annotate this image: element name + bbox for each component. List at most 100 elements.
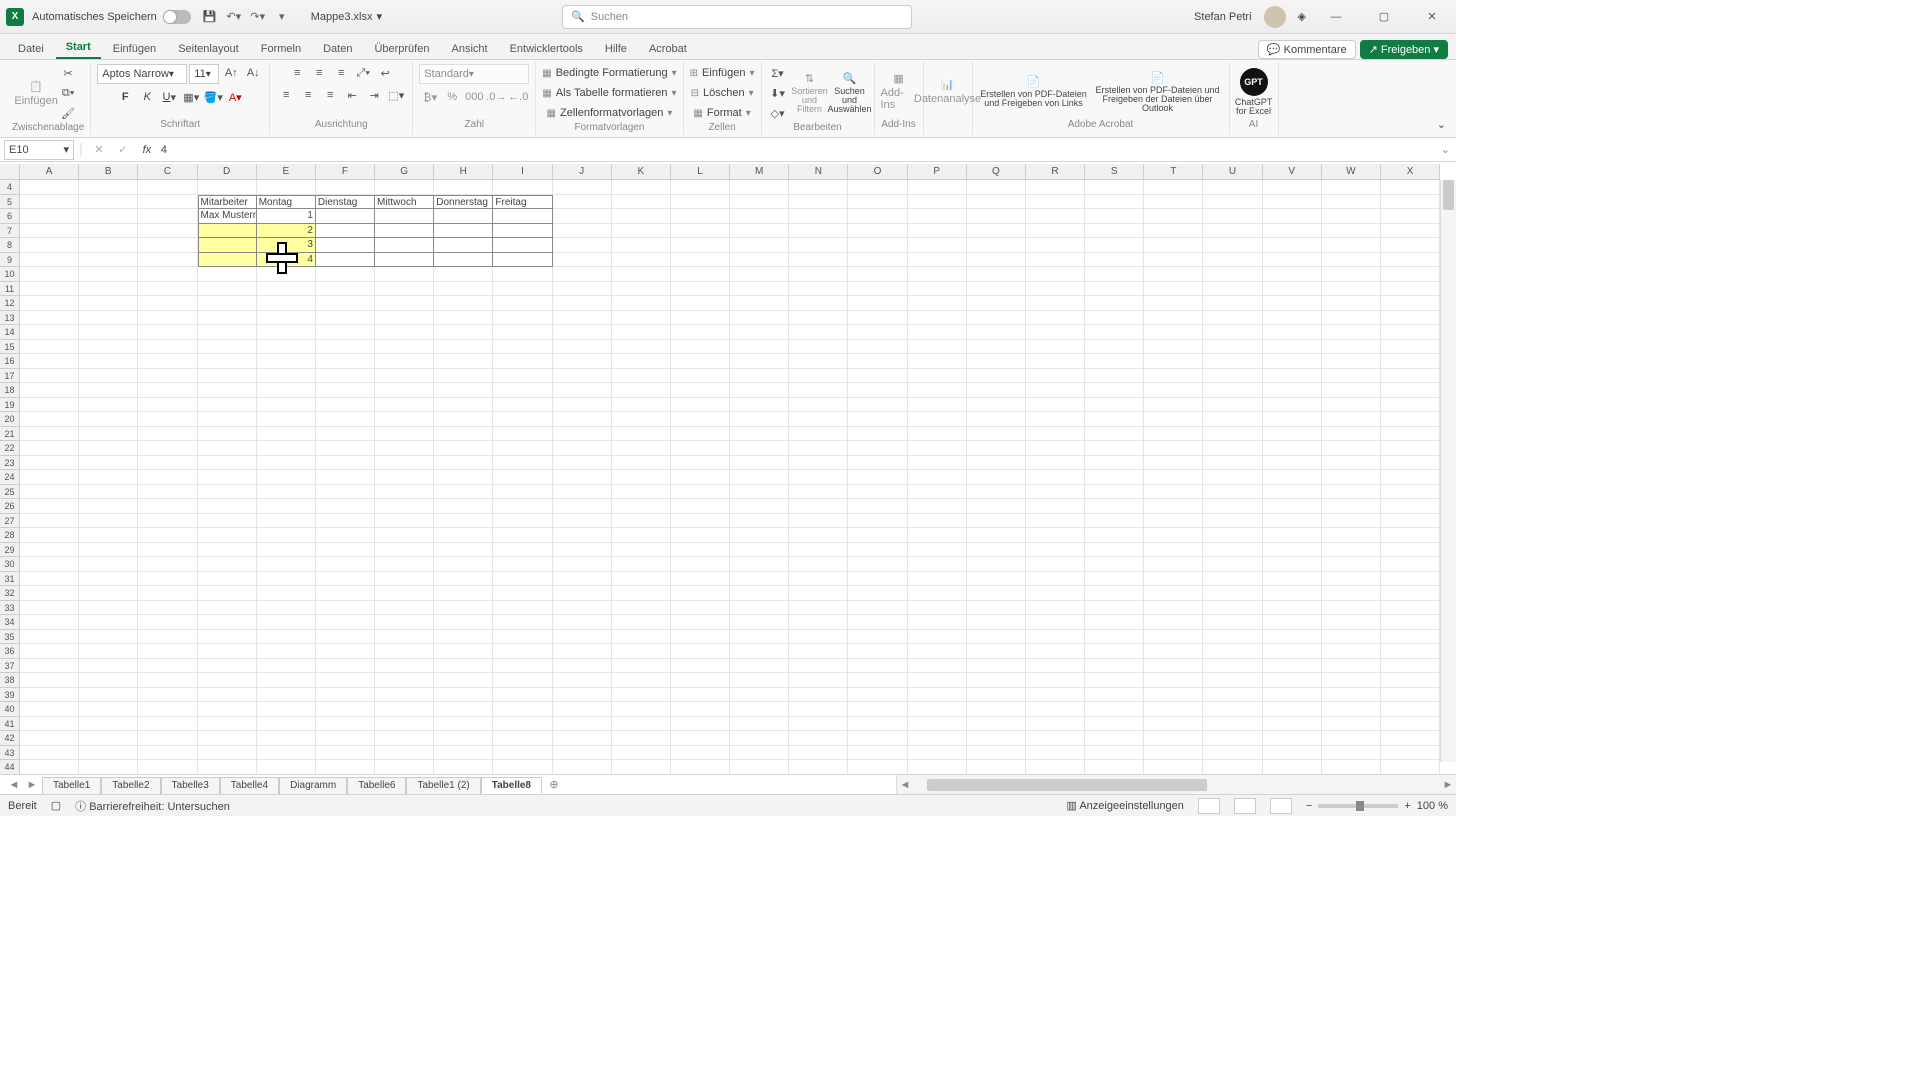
cell-S40[interactable] <box>1085 702 1144 717</box>
cell-D9[interactable] <box>198 253 257 268</box>
cell-X11[interactable] <box>1381 282 1440 297</box>
cell-A38[interactable] <box>20 673 79 688</box>
col-header-Q[interactable]: Q <box>967 164 1026 179</box>
cell-I10[interactable] <box>493 267 552 282</box>
cell-E21[interactable] <box>257 427 316 442</box>
cell-K12[interactable] <box>612 296 671 311</box>
cell-A15[interactable] <box>20 340 79 355</box>
cell-D32[interactable] <box>198 586 257 601</box>
cell-E33[interactable] <box>257 601 316 616</box>
cell-Q22[interactable] <box>967 441 1026 456</box>
cell-B37[interactable] <box>79 659 138 674</box>
cell-K34[interactable] <box>612 615 671 630</box>
col-header-H[interactable]: H <box>434 164 493 179</box>
cell-J32[interactable] <box>553 586 612 601</box>
cell-B18[interactable] <box>79 383 138 398</box>
horizontal-scrollbar[interactable]: ◄ ► <box>896 775 1456 794</box>
cell-I39[interactable] <box>493 688 552 703</box>
cell-K32[interactable] <box>612 586 671 601</box>
cell-G4[interactable] <box>375 180 434 195</box>
cell-O37[interactable] <box>848 659 907 674</box>
cell-U12[interactable] <box>1203 296 1262 311</box>
cell-G31[interactable] <box>375 572 434 587</box>
insert-cells[interactable]: ⊞ Einfügen ▾ <box>690 64 755 82</box>
cell-C4[interactable] <box>138 180 197 195</box>
cell-I30[interactable] <box>493 557 552 572</box>
cell-B43[interactable] <box>79 746 138 761</box>
cell-L36[interactable] <box>671 644 730 659</box>
cell-W6[interactable] <box>1322 209 1381 224</box>
cell-S42[interactable] <box>1085 731 1144 746</box>
cell-A22[interactable] <box>20 441 79 456</box>
cell-G23[interactable] <box>375 456 434 471</box>
cell-G42[interactable] <box>375 731 434 746</box>
cell-M27[interactable] <box>730 514 789 529</box>
cell-V14[interactable] <box>1263 325 1322 340</box>
cell-O13[interactable] <box>848 311 907 326</box>
formula-expand-icon[interactable]: ⌄ <box>1435 143 1456 156</box>
maximize-button[interactable]: ▢ <box>1366 5 1402 29</box>
sheet-tab-Tabelle1 (2)[interactable]: Tabelle1 (2) <box>406 777 480 794</box>
cell-E12[interactable] <box>257 296 316 311</box>
cell-H25[interactable] <box>434 485 493 500</box>
cell-G14[interactable] <box>375 325 434 340</box>
cell-L23[interactable] <box>671 456 730 471</box>
cell-V33[interactable] <box>1263 601 1322 616</box>
cell-P39[interactable] <box>908 688 967 703</box>
cell-F33[interactable] <box>316 601 375 616</box>
cell-I16[interactable] <box>493 354 552 369</box>
cell-R27[interactable] <box>1026 514 1085 529</box>
cell-N5[interactable] <box>789 195 848 210</box>
cell-O31[interactable] <box>848 572 907 587</box>
cell-B35[interactable] <box>79 630 138 645</box>
view-pagelayout-button[interactable] <box>1234 798 1256 814</box>
cell-A42[interactable] <box>20 731 79 746</box>
cell-H18[interactable] <box>434 383 493 398</box>
col-header-V[interactable]: V <box>1263 164 1322 179</box>
cell-V7[interactable] <box>1263 224 1322 239</box>
cell-S26[interactable] <box>1085 499 1144 514</box>
cell-J21[interactable] <box>553 427 612 442</box>
sheet-tab-Tabelle1[interactable]: Tabelle1 <box>42 777 101 794</box>
cell-B36[interactable] <box>79 644 138 659</box>
cell-L32[interactable] <box>671 586 730 601</box>
cell-H11[interactable] <box>434 282 493 297</box>
cell-F20[interactable] <box>316 412 375 427</box>
cell-K21[interactable] <box>612 427 671 442</box>
cell-F21[interactable] <box>316 427 375 442</box>
cell-P26[interactable] <box>908 499 967 514</box>
cell-U28[interactable] <box>1203 528 1262 543</box>
cell-G5[interactable]: Mittwoch <box>375 195 434 210</box>
cell-A25[interactable] <box>20 485 79 500</box>
cell-A37[interactable] <box>20 659 79 674</box>
cell-T15[interactable] <box>1144 340 1203 355</box>
row-header-4[interactable]: 4 <box>0 180 19 195</box>
save-icon[interactable]: 💾 <box>201 8 219 26</box>
cell-J10[interactable] <box>553 267 612 282</box>
cell-W26[interactable] <box>1322 499 1381 514</box>
cell-M32[interactable] <box>730 586 789 601</box>
cell-Q25[interactable] <box>967 485 1026 500</box>
cell-F36[interactable] <box>316 644 375 659</box>
cell-N35[interactable] <box>789 630 848 645</box>
cell-E5[interactable]: Montag <box>257 195 316 210</box>
cell-O41[interactable] <box>848 717 907 732</box>
cell-D26[interactable] <box>198 499 257 514</box>
cell-R13[interactable] <box>1026 311 1085 326</box>
cell-K33[interactable] <box>612 601 671 616</box>
cell-M4[interactable] <box>730 180 789 195</box>
cell-X38[interactable] <box>1381 673 1440 688</box>
row-header-15[interactable]: 15 <box>0 340 19 355</box>
ribbon-tab-überprüfen[interactable]: Überprüfen <box>364 39 439 59</box>
sheet-tab-Tabelle4[interactable]: Tabelle4 <box>220 777 279 794</box>
ribbon-tab-acrobat[interactable]: Acrobat <box>639 39 697 59</box>
cell-B15[interactable] <box>79 340 138 355</box>
select-all-button[interactable] <box>0 164 20 180</box>
row-header-10[interactable]: 10 <box>0 267 19 282</box>
cell-W32[interactable] <box>1322 586 1381 601</box>
cell-W40[interactable] <box>1322 702 1381 717</box>
cell-L7[interactable] <box>671 224 730 239</box>
cell-E6[interactable]: 1 <box>257 209 316 224</box>
cell-D12[interactable] <box>198 296 257 311</box>
cell-O34[interactable] <box>848 615 907 630</box>
